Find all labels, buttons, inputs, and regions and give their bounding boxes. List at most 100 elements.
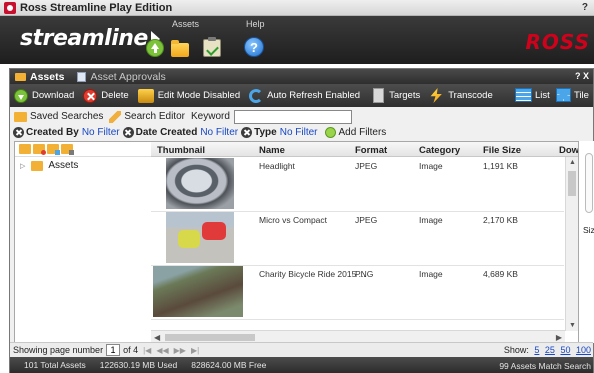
pencil-icon: [109, 110, 122, 123]
keyword-label: Keyword: [190, 111, 230, 122]
tree-item-assets[interactable]: ▷ Assets: [15, 160, 157, 171]
cell-file-size: 4,689 KB: [483, 269, 518, 279]
scroll-thumb[interactable]: [165, 334, 255, 341]
pagination-bar: Showing page number of 4 |◀ ◀◀ ▶▶ ▶| Sho…: [10, 342, 593, 357]
page-number-input[interactable]: [106, 344, 121, 356]
page-size-option[interactable]: 25: [545, 345, 555, 355]
approvals-clipboard-icon[interactable]: [203, 37, 221, 57]
page-size-option[interactable]: 5: [534, 345, 539, 355]
auto-refresh-button[interactable]: Auto Refresh Enabled: [249, 88, 360, 103]
scroll-left-icon[interactable]: ◀: [154, 333, 160, 342]
edit-mode-button[interactable]: Edit Mode Disabled: [137, 88, 240, 103]
help-section-label: Help: [246, 19, 265, 29]
ross-app-icon: [4, 1, 16, 14]
cell-name: Micro vs Compact: [259, 215, 328, 225]
edit-mode-icon: [137, 88, 154, 103]
cell-category: Image: [419, 215, 443, 225]
cell-file-size: 2,170 KB: [483, 215, 518, 225]
folder-icon: [15, 72, 26, 81]
targets-label: Targets: [389, 90, 421, 101]
delete-button[interactable]: Delete: [83, 88, 129, 103]
search-editor-button[interactable]: Search Editor: [109, 110, 185, 123]
grid-vertical-scrollbar[interactable]: ▲ ▼: [565, 157, 578, 331]
column-header-thumbnail[interactable]: Thumbnail: [157, 145, 205, 156]
saved-searches-button[interactable]: Saved Searches: [14, 111, 103, 122]
thumbnail-image: [166, 158, 234, 209]
last-page-icon[interactable]: ▶|: [191, 346, 199, 355]
window-title: Ross Streamline Play Edition: [20, 1, 173, 14]
assets-section-label: Assets: [172, 19, 200, 29]
page-size-option[interactable]: 100: [576, 345, 591, 355]
table-row[interactable]: Headlight JPEG Image 1,191 KB: [151, 158, 564, 212]
size-slider[interactable]: [585, 153, 593, 213]
filter-type: Type No Filter: [241, 126, 318, 138]
column-header-category[interactable]: Category: [419, 145, 460, 156]
filter-date-created: Date Created No Filter: [122, 126, 238, 138]
size-label: Size: [583, 225, 594, 235]
list-view-icon: [515, 88, 532, 102]
window-titlebar: Ross Streamline Play Edition ?: [0, 0, 594, 16]
tab-asset-approvals-label: Asset Approvals: [90, 70, 166, 83]
scroll-up-icon[interactable]: ▲: [569, 159, 576, 166]
first-page-icon[interactable]: |◀: [143, 346, 151, 355]
download-icon: [14, 88, 28, 103]
keyword-input[interactable]: [233, 109, 352, 124]
cell-name: Headlight: [259, 161, 295, 171]
folder-icon: [31, 160, 44, 171]
scroll-thumb[interactable]: [568, 171, 576, 196]
targets-button[interactable]: Targets: [373, 88, 420, 103]
app-header: streamline Assets Help ? ROSS: [0, 16, 594, 64]
remove-filter-icon[interactable]: [122, 126, 134, 138]
new-folder-icon[interactable]: [19, 144, 31, 154]
tree-item-label: Assets: [48, 160, 79, 171]
next-page-icon[interactable]: ▶▶: [174, 346, 186, 355]
tab-asset-approvals[interactable]: Asset Approvals: [77, 70, 166, 83]
help-icon[interactable]: ?: [244, 37, 264, 57]
filter-value-link[interactable]: No Filter: [82, 127, 120, 138]
column-header-file-size[interactable]: File Size: [483, 145, 521, 156]
scroll-down-icon[interactable]: ▼: [569, 322, 576, 329]
filter-value-link[interactable]: No Filter: [200, 127, 238, 138]
total-assets-status: 101 Total Assets: [24, 360, 86, 370]
scroll-right-icon[interactable]: ▶: [556, 333, 562, 342]
window-help-button[interactable]: ?: [582, 2, 588, 13]
folder-icon[interactable]: [171, 40, 189, 57]
app-window: Ross Streamline Play Edition ? streamlin…: [0, 0, 594, 373]
cell-category: Image: [419, 269, 443, 279]
filter-value-link[interactable]: No Filter: [280, 127, 318, 138]
folder-properties-icon[interactable]: [61, 144, 74, 155]
used-space-status: 122630.19 MB Used: [99, 360, 178, 370]
thumbnail-image: [166, 212, 234, 263]
expand-arrow-icon[interactable]: ▷: [20, 162, 25, 170]
ross-logo: ROSS: [525, 30, 590, 54]
transcode-button[interactable]: Transcode: [429, 88, 493, 103]
previous-page-icon[interactable]: ◀◀: [156, 346, 168, 355]
panel-controls[interactable]: ? X: [575, 71, 589, 81]
add-icon: [324, 126, 336, 138]
page-size-option[interactable]: 50: [560, 345, 570, 355]
streamline-logo: streamline: [20, 26, 160, 51]
list-view-button[interactable]: List: [515, 88, 550, 102]
tile-label: Tile: [574, 89, 589, 101]
remove-filter-icon[interactable]: [13, 126, 24, 138]
edit-folder-icon[interactable]: [47, 144, 60, 155]
add-filters-button[interactable]: Add Filters: [321, 126, 386, 138]
filter-bar: Created By No Filter Date Created No Fil…: [10, 125, 593, 139]
tab-assets[interactable]: Assets: [15, 71, 64, 83]
page-prefix-label: Showing page number: [13, 345, 104, 355]
column-header-downloads[interactable]: Dow: [559, 145, 578, 156]
grid-header: Thumbnail Name Format Category File Size…: [151, 142, 578, 157]
column-header-name[interactable]: Name: [259, 145, 285, 156]
tile-view-button[interactable]: Tile: [556, 88, 589, 102]
delete-folder-icon[interactable]: [33, 144, 46, 155]
upload-icon[interactable]: [146, 39, 164, 57]
column-header-format[interactable]: Format: [355, 145, 387, 156]
table-row[interactable]: Micro vs Compact JPEG Image 2,170 KB: [151, 212, 564, 266]
download-button[interactable]: Download: [14, 88, 74, 103]
targets-icon: [373, 88, 385, 103]
saved-search-icon: [14, 111, 27, 122]
table-row[interactable]: Charity Bicycle Ride 2015 ... PNG Image …: [151, 266, 564, 320]
remove-filter-icon[interactable]: [241, 126, 253, 138]
cell-category: Image: [419, 161, 443, 171]
thumbnail-image: [153, 266, 243, 317]
